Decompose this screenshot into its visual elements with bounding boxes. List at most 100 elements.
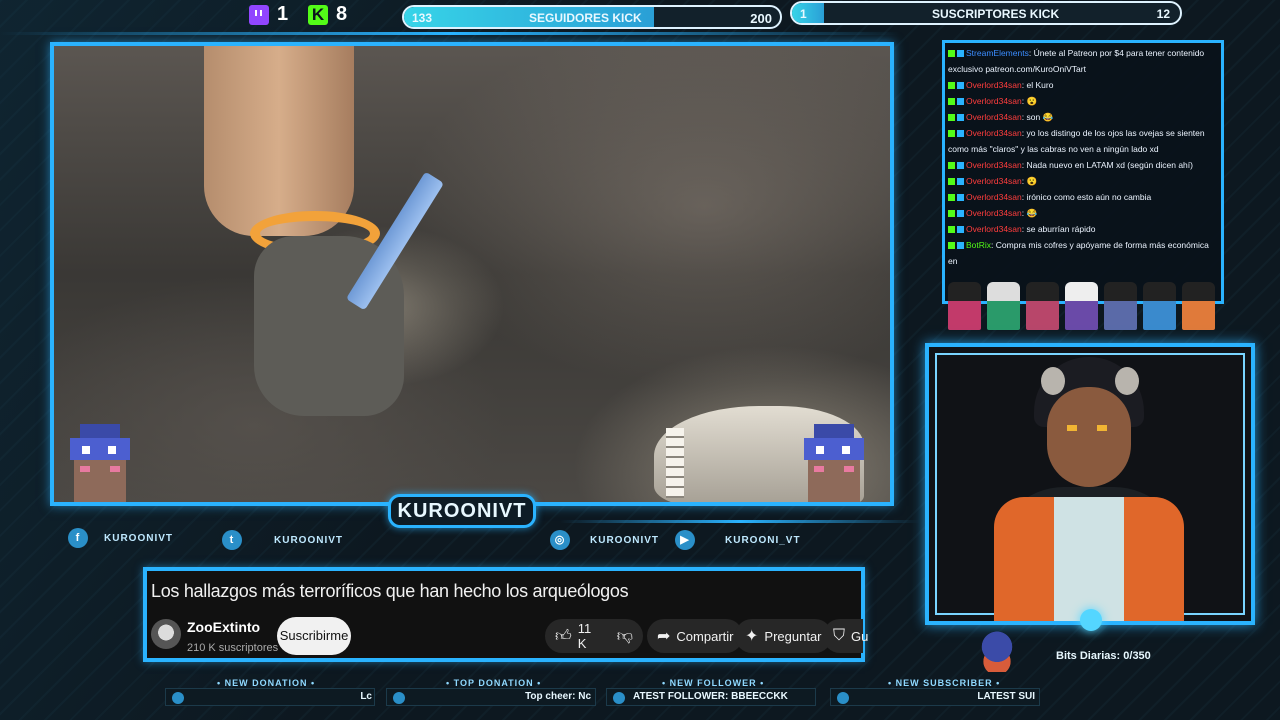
mini-character	[1182, 282, 1215, 330]
social-handle: KUROONIVT	[590, 534, 659, 546]
mini-character	[987, 282, 1020, 330]
twitch-count: 1	[249, 3, 288, 26]
bits-label: Bits Diarias:	[1056, 650, 1121, 662]
bookmark-icon: ⛉	[833, 627, 846, 644]
bits-counter: Bits Diarias: 0/350	[1056, 650, 1151, 662]
social-handle: KUROONIVT	[104, 532, 173, 544]
sparkle-icon: ✦	[745, 628, 759, 645]
share-button[interactable]: ➦ Compartir	[647, 619, 744, 653]
chat-username[interactable]: Overlord34san	[966, 160, 1022, 170]
chat-username[interactable]: Overlord34san	[966, 224, 1022, 234]
social-handle: KUROONI_VT	[725, 534, 801, 546]
alert-label: • NEW FOLLOWER •	[662, 678, 765, 688]
chat-text: : irónico como esto aún no cambia	[1021, 192, 1152, 202]
save-button[interactable]: ⛉ Gu	[823, 619, 868, 653]
chat-text: : 😂	[1021, 208, 1038, 218]
chat-message: Overlord34san: yo los distingo de los oj…	[948, 125, 1217, 157]
chat-message: Overlord34san: 😮	[948, 173, 1217, 189]
skull-teeth	[666, 428, 684, 498]
instagram-icon: ◎	[550, 530, 570, 550]
sub-badge-icon	[957, 178, 964, 185]
sub-badge-icon	[957, 210, 964, 217]
thumbs-down-icon[interactable]: 👎︎	[617, 627, 633, 646]
money-bag-icon	[393, 692, 405, 704]
chat-username[interactable]: Overlord34san	[966, 96, 1022, 106]
avatar-shirt	[1054, 497, 1124, 621]
chat-text: : Nada nuevo en LATAM xd (según dicen ah…	[1021, 160, 1193, 170]
sub-badge-icon	[957, 50, 964, 57]
chat-message: Overlord34san: son 😂	[948, 109, 1217, 125]
chat-message: StreamElements: Únete al Patreon por $4 …	[948, 45, 1217, 77]
avatar-face	[1047, 387, 1131, 487]
chat-message: Overlord34san: el Kuro	[948, 77, 1217, 93]
chat-message: BotRix: Compra mis cofres y apóyame de f…	[948, 237, 1217, 269]
video-frame-image	[54, 46, 890, 502]
alert-box: Lc	[165, 688, 375, 706]
alert-top-donation: • TOP DONATION • Top cheer: Nc	[386, 678, 596, 706]
kick-badge-icon	[948, 226, 955, 233]
thumbs-up-icon: 👍︎	[555, 627, 572, 645]
vtuber-camera	[925, 343, 1255, 625]
chat-username[interactable]: Overlord34san	[966, 112, 1022, 122]
like-button[interactable]: 👍︎ 11 K 👎︎	[545, 619, 643, 653]
ask-button[interactable]: ✦ Preguntar	[735, 619, 832, 653]
chat-username[interactable]: Overlord34san	[966, 80, 1022, 90]
mini-character	[1065, 282, 1098, 330]
alert-new-donation: • NEW DONATION • Lc	[165, 678, 375, 706]
chat-text: : se aburrían rápido	[1021, 224, 1096, 234]
kick-count-value: 8	[336, 3, 348, 25]
chat-panel[interactable]: StreamElements: Únete al Patreon por $4 …	[942, 40, 1224, 304]
kick-badge-icon	[948, 82, 955, 89]
alert-new-subscriber: • NEW SUBSCRIBER • LATEST SUI	[830, 678, 1040, 706]
chat-message: Overlord34san: se aburrían rápido	[948, 221, 1217, 237]
subscribe-button[interactable]: Suscribirme	[277, 617, 351, 655]
avatar-horn	[1041, 367, 1065, 395]
sub-badge-icon	[957, 98, 964, 105]
avatar-jacket	[1124, 497, 1184, 621]
followers-goal-target: 200	[750, 11, 772, 26]
chat-text: : 😮	[1021, 176, 1038, 186]
sub-badge-icon	[957, 162, 964, 169]
social-twitter: t KUROONIVT	[222, 530, 343, 550]
chat-message: Overlord34san: 😮	[948, 93, 1217, 109]
alert-label: • NEW DONATION •	[217, 678, 316, 688]
channel-name[interactable]: ZooExtinto	[187, 619, 260, 635]
ask-label: Preguntar	[764, 628, 822, 644]
mini-character	[948, 282, 981, 330]
subs-goal-bar: 1 SUSCRIPTORES KICK 12	[790, 1, 1182, 25]
sub-badge-icon	[957, 130, 964, 137]
chat-message: Overlord34san: 😂	[948, 205, 1217, 221]
share-icon: ➦	[657, 628, 671, 645]
camera-indicator-dot	[1080, 609, 1102, 631]
video-player[interactable]	[50, 42, 894, 506]
bits-mascot	[975, 630, 1019, 672]
chat-username[interactable]: Overlord34san	[966, 176, 1022, 186]
pixel-mascot-right	[794, 424, 874, 502]
chat-username[interactable]: BotRix	[966, 240, 991, 250]
chat-username[interactable]: Overlord34san	[966, 192, 1022, 202]
followers-goal-bar: 133 SEGUIDORES KICK 200	[402, 5, 782, 29]
chat-message: Overlord34san: Nada nuevo en LATAM xd (s…	[948, 157, 1217, 173]
chat-text: : 😮	[1021, 96, 1038, 106]
alert-value: ATEST FOLLOWER: BBEECCKK	[633, 691, 788, 702]
sub-badge-icon	[957, 82, 964, 89]
avatar-horn	[1115, 367, 1139, 395]
social-youtube: ▶ KUROONI_VT	[675, 530, 801, 550]
avatar-jacket	[994, 497, 1054, 621]
dollar-icon	[172, 692, 184, 704]
crown-icon	[837, 692, 849, 704]
channel-avatar[interactable]	[151, 619, 181, 649]
video-title: Los hallazgos más terroríficos que han h…	[151, 581, 629, 601]
sub-badge-icon	[957, 226, 964, 233]
alert-label: • TOP DONATION •	[446, 678, 542, 688]
subs-goal-fill	[792, 3, 825, 23]
twitch-icon	[249, 4, 269, 25]
chat-username[interactable]: Overlord34san	[966, 128, 1022, 138]
mini-character	[1026, 282, 1059, 330]
social-facebook: f KUROONIVT	[68, 528, 173, 548]
video-info-bar: Los hallazgos más terroríficos que han h…	[143, 567, 868, 662]
social-handle: KUROONIVT	[274, 534, 343, 546]
alert-label: • NEW SUBSCRIBER •	[888, 678, 1001, 688]
chat-username[interactable]: Overlord34san	[966, 208, 1022, 218]
chat-username[interactable]: StreamElements	[966, 48, 1029, 58]
